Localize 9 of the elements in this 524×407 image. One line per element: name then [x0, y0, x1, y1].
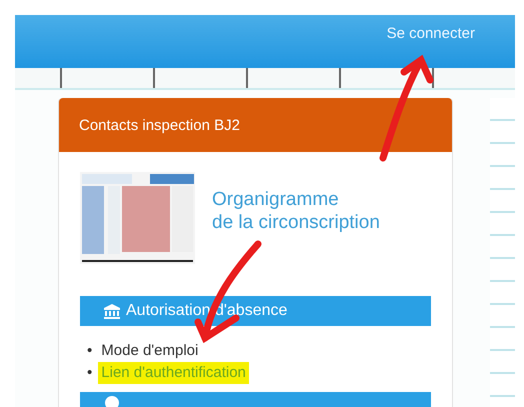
feature-link[interactable]: Organigramme de la circonscription — [212, 188, 380, 296]
bullet: • — [87, 341, 92, 361]
list-item: Mode d'emploi — [100, 341, 200, 361]
bullet: • — [87, 363, 92, 383]
bank-icon — [104, 304, 120, 318]
card-title: Contacts inspection BJ2 — [59, 98, 452, 152]
authentication-link[interactable]: Lien d'authentification — [98, 362, 249, 384]
login-link[interactable]: Se connecter — [386, 25, 475, 43]
section-title: Autorisation d'absence — [126, 302, 288, 320]
